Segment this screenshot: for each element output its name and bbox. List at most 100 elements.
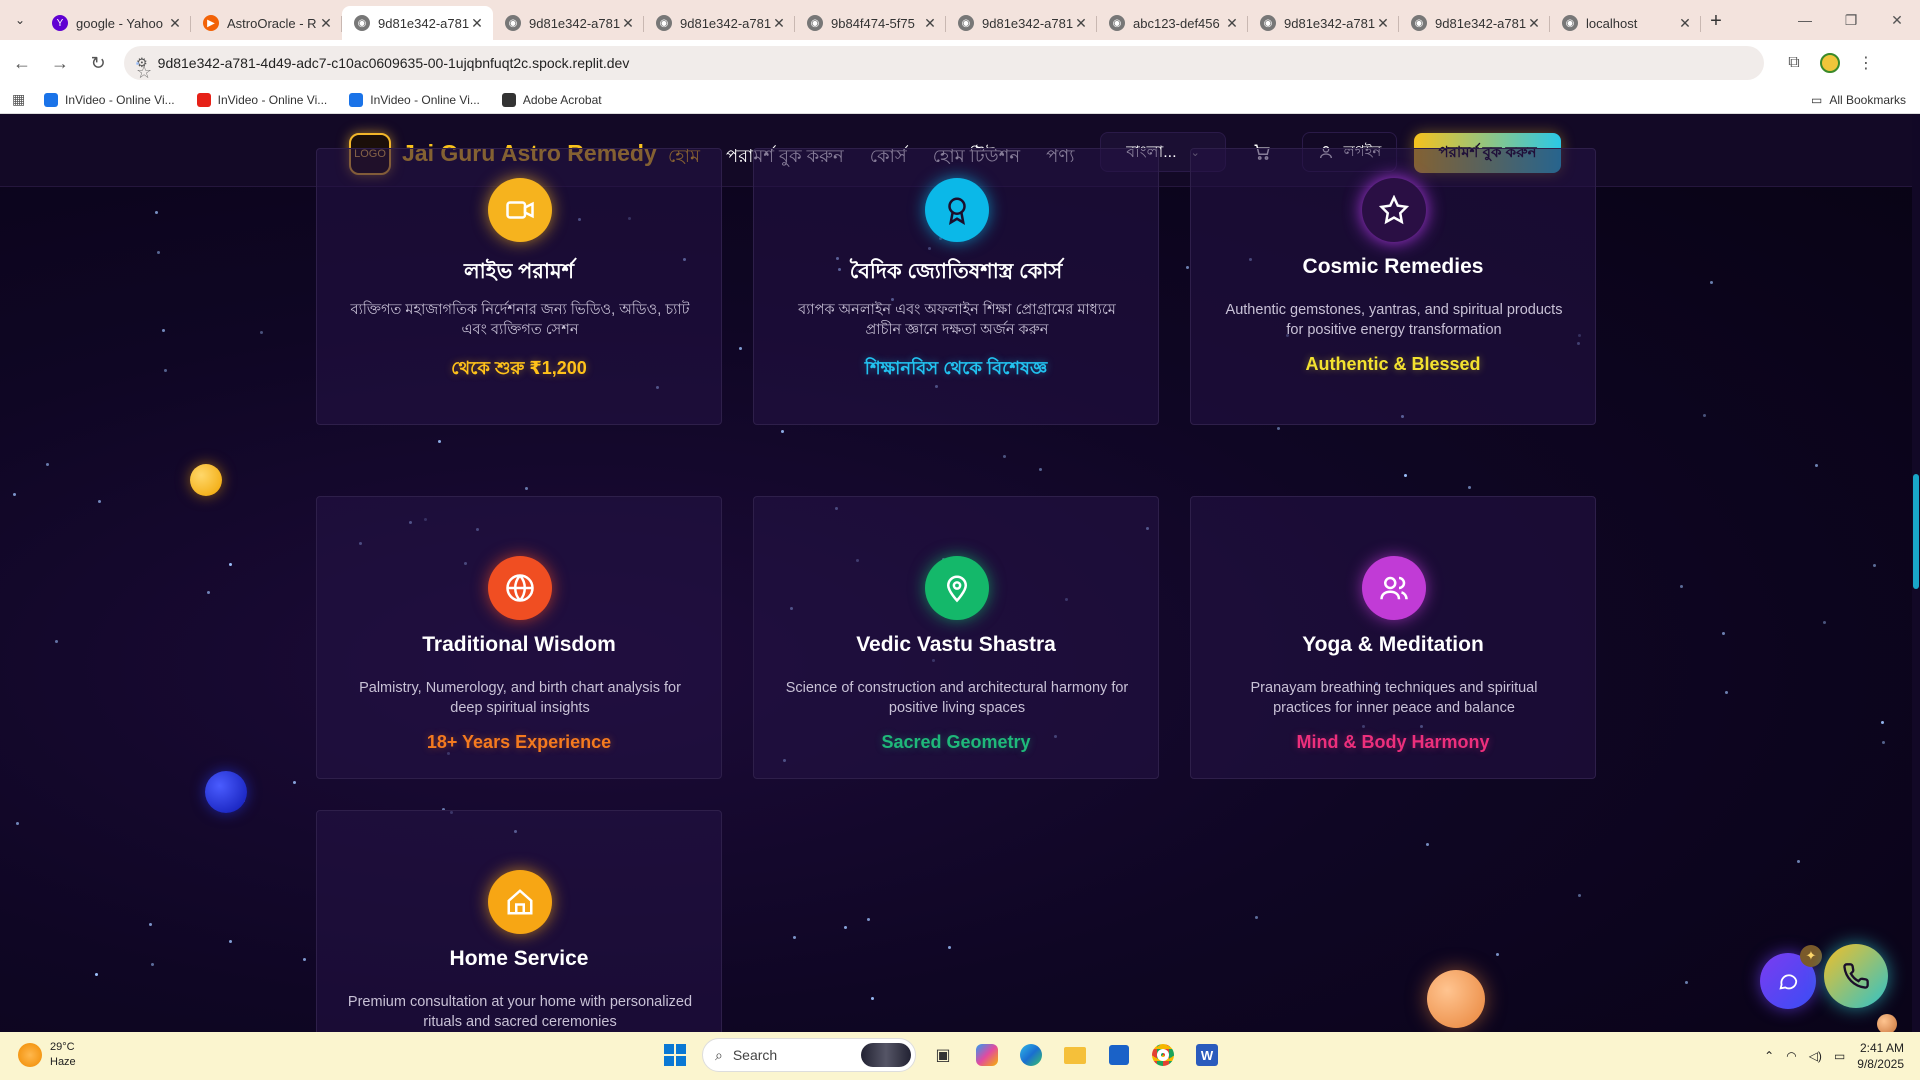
card-description: Pranayam breathing techniques and spirit…	[1250, 680, 1538, 716]
star-dot	[871, 997, 874, 1000]
tab-close-icon[interactable]: ✕	[1073, 15, 1089, 32]
bookmark-star-icon[interactable]: ☆	[136, 61, 152, 82]
close-window-icon[interactable]: ✕	[1874, 0, 1920, 40]
clock[interactable]: 2:41 AM 9/8/2025	[1857, 1040, 1904, 1072]
card-description: ব্যক্তিগত মহাজাগতিক নির্দেশনার জন্য ভিডি…	[350, 302, 690, 338]
browser-tab[interactable]: ▶ AstroOracle - R ✕	[191, 6, 342, 40]
browser-tab[interactable]: ◉ 9d81e342-a781 ✕	[644, 6, 795, 40]
system-tray: ⌃ ◠ ◁) ▭ 2:41 AM 9/8/2025	[1764, 1040, 1904, 1072]
taskbar-search[interactable]: ⌕ Search	[702, 1038, 916, 1072]
star-dot	[1496, 953, 1499, 956]
scrollbar-thumb[interactable]	[1913, 474, 1919, 589]
tab-favicon-icon: ◉	[958, 15, 974, 31]
star-dot	[438, 440, 441, 443]
word-icon[interactable]: W	[1190, 1038, 1224, 1072]
service-card[interactable]: Vedic Vastu Shastra Science of construct…	[753, 496, 1159, 779]
star-dot	[164, 369, 167, 372]
task-view-icon[interactable]: ▣	[926, 1038, 960, 1072]
tab-close-icon[interactable]: ✕	[620, 15, 636, 32]
battery-icon[interactable]: ▭	[1834, 1049, 1845, 1063]
tab-title: localhost	[1586, 15, 1638, 31]
tab-close-icon[interactable]: ✕	[771, 15, 787, 32]
card-title: Yoga & Meditation	[1302, 633, 1484, 656]
service-card[interactable]: Cosmic Remedies Authentic gemstones, yan…	[1190, 148, 1596, 425]
reload-icon[interactable]: ↻	[82, 47, 114, 79]
minimize-icon[interactable]: —	[1782, 0, 1828, 40]
card-title: বৈদিক জ্যোতিষশাস্ত্র কোর্স	[849, 260, 1063, 283]
service-card[interactable]: বৈদিক জ্যোতিষশাস্ত্র কোর্স ব্যাপক অনলাইন…	[753, 148, 1159, 425]
bookmark-item[interactable]: InVideo - Online Vi...	[349, 92, 480, 107]
card-title: Home Service	[449, 947, 589, 970]
card-title: Traditional Wisdom	[422, 633, 616, 656]
tab-favicon-icon: ◉	[1562, 15, 1578, 31]
browser-tab[interactable]: ◉ 9d81e342-a781 ✕	[946, 6, 1097, 40]
bookmark-item[interactable]: InVideo - Online Vi...	[44, 92, 175, 107]
store-icon[interactable]	[1102, 1038, 1136, 1072]
taskbar-apps: ⌕ Search ▣ W	[658, 1038, 1224, 1072]
browser-tab[interactable]: ◉ 9d81e342-a781 ✕	[1248, 6, 1399, 40]
tab-close-icon[interactable]: ✕	[167, 15, 183, 32]
all-bookmarks-button[interactable]: ▭ All Bookmarks	[1811, 93, 1906, 107]
clock-date: 9/8/2025	[1857, 1057, 1904, 1071]
apps-grid-icon[interactable]: ▦	[12, 91, 32, 108]
tab-close-icon[interactable]: ✕	[1677, 15, 1693, 32]
tab-close-icon[interactable]: ✕	[318, 15, 334, 32]
bookmark-label: InVideo - Online Vi...	[65, 92, 175, 107]
tab-close-icon[interactable]: ✕	[922, 15, 938, 32]
blue-planet	[205, 771, 247, 813]
call-button[interactable]	[1824, 944, 1888, 1008]
star-dot	[1882, 741, 1885, 744]
star-dot	[1873, 564, 1876, 567]
star-dot	[867, 918, 870, 921]
search-placeholder: Search	[732, 1047, 778, 1063]
browser-tab[interactable]: ◉ 9d81e342-a781 ✕	[493, 6, 644, 40]
edge-icon[interactable]	[1014, 1038, 1048, 1072]
star-dot	[157, 251, 160, 254]
search-icon: ⌕	[715, 1046, 723, 1063]
star-dot	[525, 487, 528, 490]
star-dot	[1725, 691, 1728, 694]
tab-close-icon[interactable]: ✕	[1375, 15, 1391, 32]
bookmark-item[interactable]: Adobe Acrobat	[501, 92, 602, 107]
browser-tab[interactable]: Y google - Yahoo ✕	[40, 6, 191, 40]
copilot-icon[interactable]	[970, 1038, 1004, 1072]
browser-tab[interactable]: ◉ localhost ✕	[1550, 6, 1701, 40]
address-bar[interactable]: ⚙ 9d81e342-a781-4d49-adc7-c10ac0609635-0…	[124, 46, 1764, 82]
tab-close-icon[interactable]: ✕	[1526, 15, 1542, 32]
wifi-icon[interactable]: ◠	[1786, 1049, 1796, 1063]
service-card[interactable]: Yoga & Meditation Pranayam breathing tec…	[1190, 496, 1596, 779]
browser-tab[interactable]: ◉ 9d81e342-a781 ✕	[342, 6, 493, 40]
browser-tab[interactable]: ◉ abc123-def456 ✕	[1097, 6, 1248, 40]
bookmark-item[interactable]: InVideo - Online Vi...	[196, 92, 327, 107]
new-tab-button[interactable]: +	[1701, 10, 1731, 33]
volume-icon[interactable]: ◁)	[1809, 1049, 1822, 1063]
windows-start-icon[interactable]	[658, 1038, 692, 1072]
service-card[interactable]: Traditional Wisdom Palmistry, Numerology…	[316, 496, 722, 779]
profile-avatar[interactable]	[1812, 53, 1848, 73]
bookmark-label: InVideo - Online Vi...	[370, 92, 480, 107]
card-highlight: 18+ Years Experience	[426, 732, 612, 752]
menu-kebab-icon[interactable]: ⋮	[1848, 53, 1884, 73]
forward-icon[interactable]: →	[44, 47, 76, 79]
chrome-icon[interactable]	[1146, 1038, 1180, 1072]
restore-icon[interactable]: ❐	[1828, 0, 1874, 40]
tab-close-icon[interactable]: ✕	[469, 15, 485, 32]
browser-tab[interactable]: ◉ 9d81e342-a781 ✕	[1399, 6, 1550, 40]
star-dot	[1186, 266, 1189, 269]
star-dot	[98, 500, 101, 503]
service-card[interactable]: Home Service Premium consultation at you…	[316, 810, 722, 1032]
star-dot	[149, 923, 152, 926]
weather-widget[interactable]: 29°C Haze	[18, 1040, 76, 1070]
file-explorer-icon[interactable]	[1058, 1038, 1092, 1072]
page-scrollbar[interactable]	[1912, 114, 1920, 1032]
browser-tab[interactable]: ◉ 9b84f474-5f75 ✕	[795, 6, 946, 40]
star-dot	[1685, 981, 1688, 984]
star-dot	[229, 563, 232, 566]
tab-search-chevron-icon[interactable]: ⌄	[6, 6, 34, 34]
service-card[interactable]: লাইভ পরামর্শ ব্যক্তিগত মহাজাগতিক নির্দেশ…	[316, 148, 722, 425]
star-dot	[13, 493, 16, 496]
tray-chevron-up-icon[interactable]: ⌃	[1764, 1049, 1774, 1063]
tab-close-icon[interactable]: ✕	[1224, 15, 1240, 32]
extensions-icon[interactable]: ⧉	[1776, 54, 1812, 72]
back-icon[interactable]: ←	[6, 47, 38, 79]
